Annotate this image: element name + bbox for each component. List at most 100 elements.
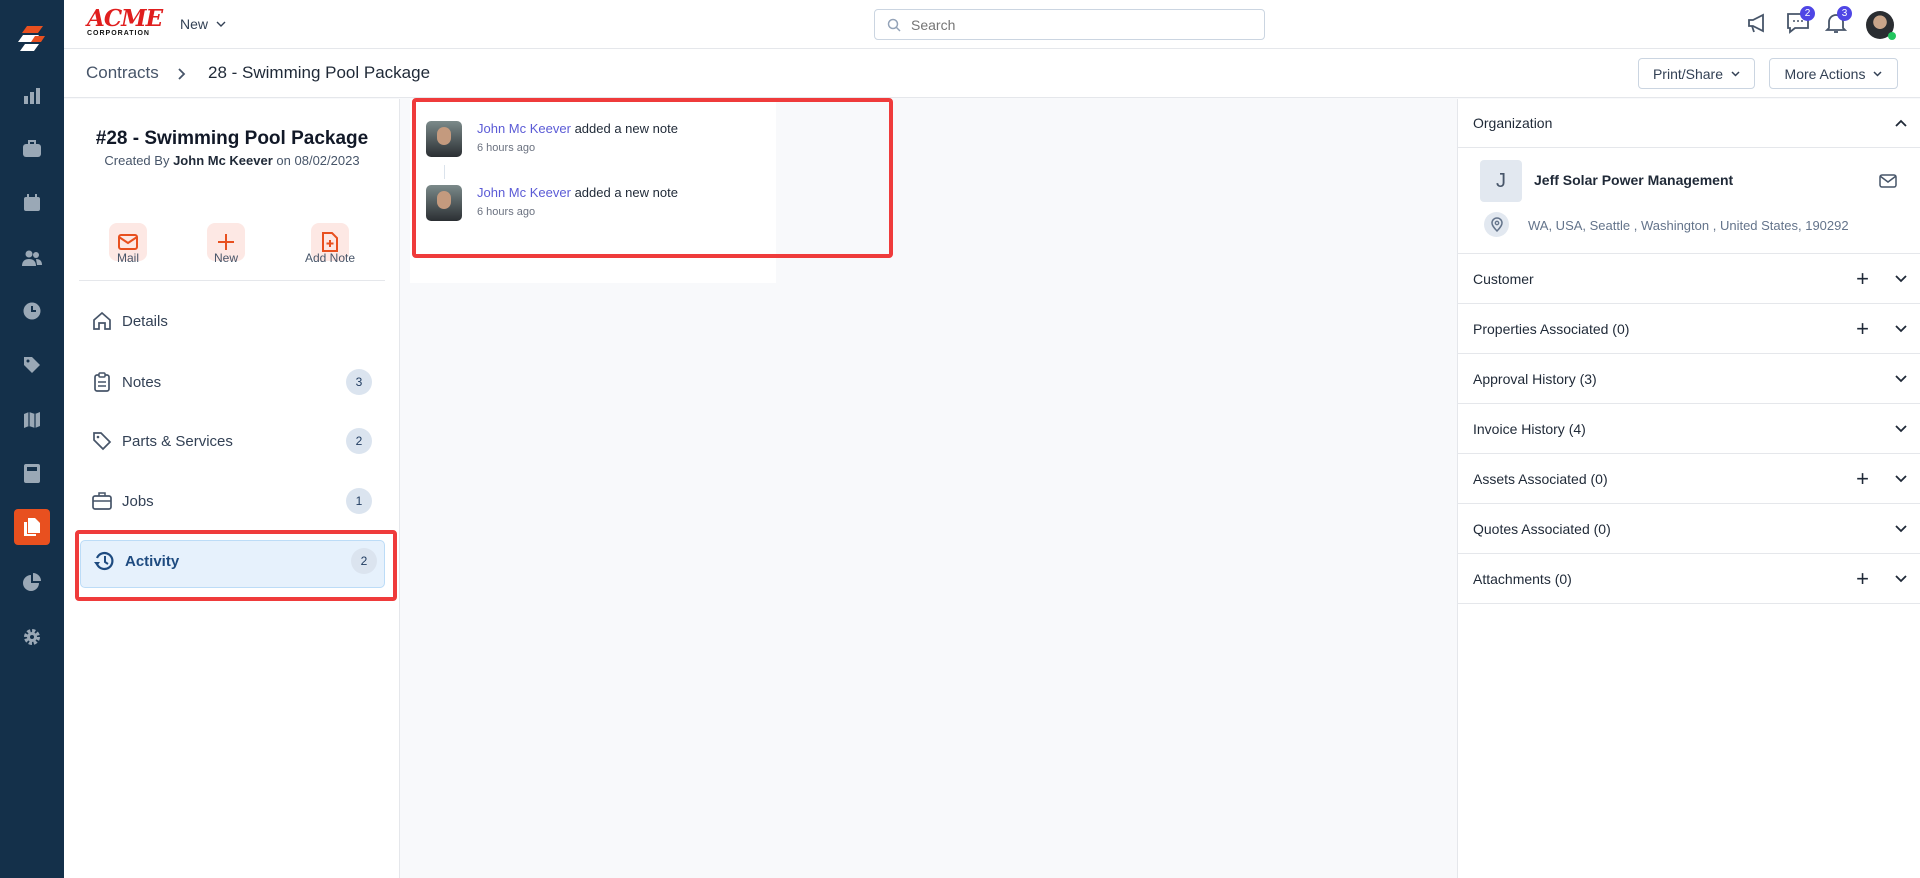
add-note-label: Add Note: [304, 251, 356, 265]
nav-label: Activity: [125, 552, 180, 570]
clock-icon[interactable]: [14, 293, 50, 329]
right-panel: Organization J Jeff Solar Power Manageme…: [1457, 99, 1920, 878]
home-icon: [93, 311, 111, 330]
section-invoice-history[interactable]: Invoice History (4): [1458, 404, 1920, 454]
nav-item-activity[interactable]: Activity 2: [80, 540, 385, 588]
user-avatar[interactable]: [1866, 11, 1896, 40]
section-attachments[interactable]: Attachments (0) +: [1458, 554, 1920, 604]
section-title: Quotes Associated (0): [1473, 520, 1611, 537]
nav-item-jobs[interactable]: Jobs 1: [92, 481, 372, 521]
chevron-down-icon: [1873, 70, 1882, 77]
notification-count-badge: 3: [1837, 6, 1852, 21]
breadcrumb: Contracts 28 - Swimming Pool Package Pri…: [64, 49, 1920, 98]
contract-created-info: Created By John Mc Keever on 08/02/2023: [64, 153, 400, 168]
announcements-megaphone-icon[interactable]: [1746, 12, 1770, 39]
calculator-icon[interactable]: [14, 455, 50, 491]
section-title: Invoice History (4): [1473, 420, 1586, 437]
chevron-down-icon[interactable]: [1895, 274, 1907, 283]
activity-count-badge: 2: [351, 548, 377, 574]
jobs-count-badge: 1: [346, 488, 372, 514]
section-customer[interactable]: Customer +: [1458, 254, 1920, 304]
search-icon: [887, 18, 901, 32]
more-actions-button[interactable]: More Actions: [1769, 58, 1898, 89]
organization-name[interactable]: Jeff Solar Power Management: [1534, 172, 1733, 188]
created-by: John Mc Keever: [173, 153, 273, 168]
created-on-prefix: on: [276, 153, 291, 168]
chevron-down-icon[interactable]: [1895, 324, 1907, 333]
nav-item-notes[interactable]: Notes 3: [92, 362, 372, 402]
chat-count-badge: 2: [1800, 6, 1815, 21]
section-title: Attachments (0): [1473, 570, 1572, 587]
history-icon: [94, 551, 114, 571]
nav-item-details[interactable]: Details: [92, 301, 372, 341]
add-plus-icon[interactable]: +: [1856, 566, 1869, 592]
contracts-documents-icon[interactable]: [14, 509, 50, 545]
section-approval-history[interactable]: Approval History (3): [1458, 354, 1920, 404]
chat-icon[interactable]: 2: [1786, 6, 1815, 39]
section-quotes-associated[interactable]: Quotes Associated (0): [1458, 504, 1920, 554]
breadcrumb-current: 28 - Swimming Pool Package: [208, 63, 431, 82]
new-dropdown[interactable]: New: [180, 16, 226, 32]
clipboard-icon: [94, 372, 110, 392]
print-share-label: Print/Share: [1652, 65, 1724, 82]
section-properties-associated[interactable]: Properties Associated (0) +: [1458, 304, 1920, 354]
section-title: Approval History (3): [1473, 370, 1597, 387]
chevron-down-icon[interactable]: [1895, 524, 1907, 533]
chevron-up-icon[interactable]: [1895, 119, 1907, 127]
nav-label: Parts & Services: [122, 432, 233, 450]
mail-icon: [118, 234, 138, 250]
nav-label: Details: [122, 312, 168, 330]
users-icon[interactable]: [14, 240, 50, 276]
parts-count-badge: 2: [346, 428, 372, 454]
add-note-icon: [322, 232, 338, 252]
top-bar: ACME CORPORATION New 2 3: [64, 0, 1920, 49]
chevron-down-icon: [1731, 70, 1740, 77]
section-title: Properties Associated (0): [1473, 320, 1630, 337]
acme-logo[interactable]: ACME CORPORATION: [87, 7, 163, 37]
print-share-button[interactable]: Print/Share: [1638, 58, 1755, 89]
plus-icon: [218, 234, 234, 250]
organization-initial-avatar: J: [1480, 160, 1522, 202]
tag-icon[interactable]: [14, 347, 50, 383]
contract-left-panel: #28 - Swimming Pool Package Created By J…: [64, 99, 400, 878]
organization-section-header[interactable]: Organization: [1458, 99, 1920, 148]
chevron-down-icon[interactable]: [1895, 574, 1907, 583]
search-box[interactable]: [874, 9, 1265, 40]
created-prefix: Created By: [104, 153, 170, 168]
section-title: Organization: [1473, 115, 1553, 131]
jobs-briefcase-icon[interactable]: [14, 131, 50, 167]
nav-label: Notes: [122, 373, 162, 391]
highlight-outline: [412, 98, 893, 258]
nav-item-parts-services[interactable]: Parts & Services 2: [92, 421, 372, 461]
new-dropdown-label: New: [180, 16, 209, 32]
reports-icon[interactable]: [14, 78, 50, 114]
add-plus-icon[interactable]: +: [1856, 316, 1869, 342]
app-logo-icon[interactable]: [14, 21, 50, 57]
settings-gear-icon[interactable]: [14, 619, 50, 655]
calendar-icon[interactable]: [14, 185, 50, 221]
more-actions-label: More Actions: [1784, 65, 1866, 82]
mail-label: Mail: [116, 251, 139, 265]
section-assets-associated[interactable]: Assets Associated (0) +: [1458, 454, 1920, 504]
notes-count-badge: 3: [346, 369, 372, 395]
search-input[interactable]: [911, 16, 1251, 33]
online-status-dot: [1888, 32, 1896, 40]
chevron-down-icon[interactable]: [1895, 374, 1907, 383]
notifications-bell-icon[interactable]: 3: [1824, 6, 1852, 39]
email-icon[interactable]: [1879, 174, 1897, 188]
new-label: New: [213, 251, 238, 265]
contract-title: #28 - Swimming Pool Package: [95, 128, 369, 149]
pie-chart-icon[interactable]: [14, 564, 50, 600]
section-title: Customer: [1473, 270, 1534, 287]
add-plus-icon[interactable]: +: [1856, 466, 1869, 492]
app-sidebar: [0, 0, 64, 878]
map-icon[interactable]: [14, 402, 50, 438]
organization-address: WA, USA, Seattle , Washington , United S…: [1528, 218, 1849, 233]
chevron-down-icon[interactable]: [1895, 474, 1907, 483]
nav-label: Jobs: [122, 492, 154, 510]
chevron-down-icon: [216, 21, 226, 27]
breadcrumb-contracts-link[interactable]: Contracts: [86, 63, 159, 83]
chevron-down-icon[interactable]: [1895, 424, 1907, 433]
chevron-right-icon: [178, 68, 186, 80]
add-plus-icon[interactable]: +: [1856, 266, 1869, 292]
